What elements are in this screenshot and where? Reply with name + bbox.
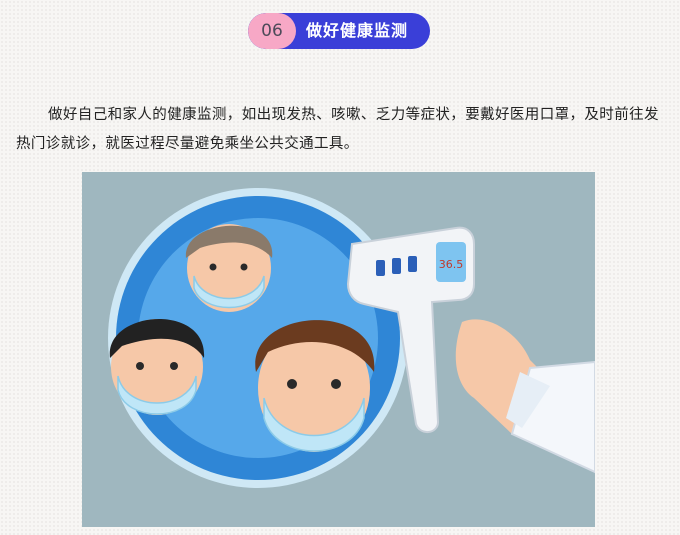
child-face-left	[109, 318, 205, 415]
section-number: 06	[248, 13, 296, 49]
body-paragraph: 做好自己和家人的健康监测，如出现发热、咳嗽、乏力等症状，要戴好医用口罩，及时前往…	[16, 106, 659, 152]
thermometer-reading: 36.5	[439, 258, 464, 271]
section-title: 做好健康监测	[306, 21, 409, 40]
section-header-badge: 06 做好健康监测	[248, 13, 430, 49]
child-face-right	[255, 320, 375, 452]
health-monitoring-illustration: 36.5	[82, 172, 595, 527]
